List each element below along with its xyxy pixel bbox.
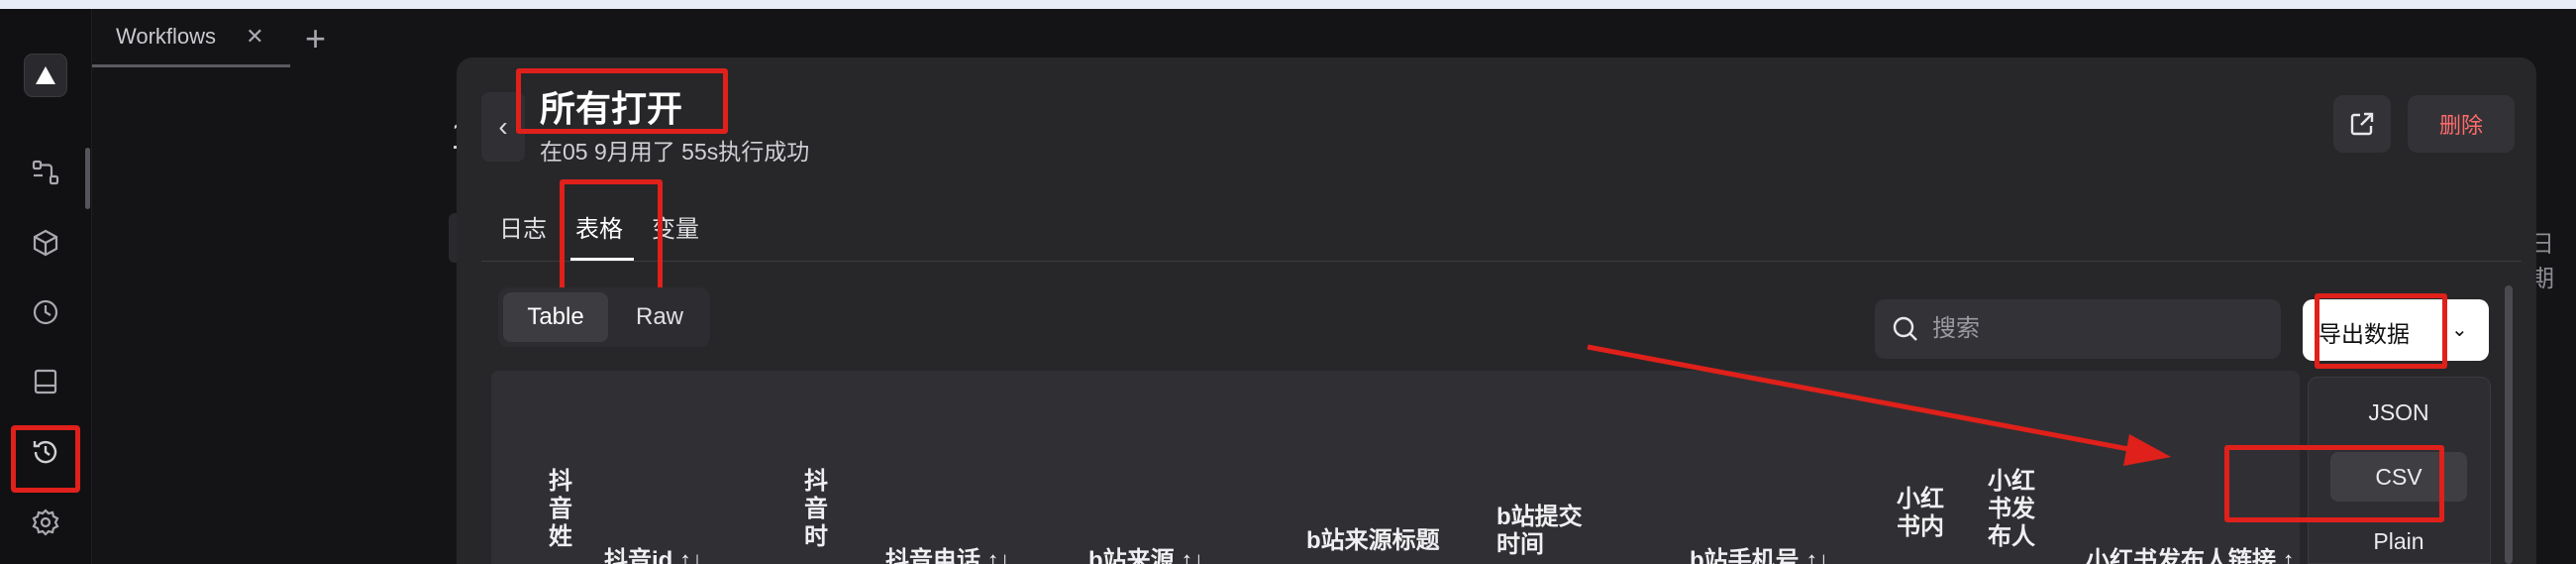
column-header[interactable]: b站来源标题 [1306, 527, 1445, 555]
column-header[interactable]: b站提交时间 [1496, 504, 1592, 559]
execution-status: 在05 9月用了 55s执行成功 [540, 139, 810, 165]
export-plain-option[interactable]: Plain [2330, 516, 2467, 564]
app-logo[interactable] [24, 54, 67, 97]
package-icon[interactable] [28, 225, 63, 261]
tab-workflows[interactable]: Workflows ✕ [92, 9, 290, 67]
rail-scroll-indicator [85, 148, 90, 209]
gear-icon[interactable] [28, 505, 63, 540]
open-external-button[interactable] [2333, 95, 2391, 153]
logo-triangle-icon [36, 66, 55, 84]
column-header[interactable]: 小红书内 [1893, 486, 1948, 541]
chevron-down-icon[interactable]: ⌄ [2451, 317, 2468, 342]
panel-icon[interactable] [28, 364, 63, 399]
annotation-box-csv [2224, 445, 2444, 522]
view-raw-button[interactable]: Raw [614, 292, 705, 342]
annotation-box-table-tab [560, 179, 663, 296]
scrollbar[interactable] [2505, 285, 2513, 564]
delete-button[interactable]: 删除 [2408, 95, 2515, 153]
clock-icon[interactable] [28, 294, 63, 330]
view-toggle: Table Raw [498, 287, 710, 347]
column-header[interactable]: 抖音姓 [547, 468, 574, 551]
data-table: 抖音姓 抖音id ↑↓ 抖音时 抖音电话 ↑↓ b站来源 ↑↓ b站来源标题 b… [491, 371, 2300, 564]
column-header[interactable]: 小红书发布人链接 ↑ [2086, 547, 2295, 564]
close-icon[interactable]: ✕ [246, 24, 263, 50]
tab-label: Workflows [116, 24, 217, 49]
background-date-label: 日期 [2530, 231, 2554, 292]
annotation-box-title [516, 68, 728, 134]
top-strip [0, 0, 2576, 9]
tab-logs[interactable]: 日志 [499, 209, 547, 244]
search-input[interactable] [1932, 315, 2229, 343]
search-icon [1893, 316, 1917, 341]
view-table-button[interactable]: Table [503, 292, 608, 342]
column-header[interactable]: b站来源 ↑↓ [1088, 547, 1204, 564]
annotation-box-export [2315, 293, 2447, 369]
add-tab-button[interactable]: + [305, 21, 326, 56]
annotation-box-history [11, 425, 80, 493]
external-link-icon [2350, 112, 2374, 136]
search-box [1875, 299, 2281, 359]
export-json-option[interactable]: JSON [2330, 388, 2467, 437]
sidebar-rail [0, 9, 92, 564]
execution-modal: ‹ 所有打开 在05 9月用了 55s执行成功 删除 日志 表格 变量 Tabl… [457, 57, 2536, 564]
column-header[interactable]: 抖音电话 ↑↓ [885, 547, 1011, 564]
column-header[interactable]: 小红书发布人 [1985, 468, 2038, 551]
column-header[interactable]: b站手机号 ↑↓ [1690, 547, 1829, 564]
tabs-divider [481, 261, 2522, 262]
column-header[interactable]: 抖音id ↑↓ [604, 547, 703, 564]
column-header[interactable]: 抖音时 [802, 468, 830, 551]
workflow-icon[interactable] [28, 155, 63, 190]
